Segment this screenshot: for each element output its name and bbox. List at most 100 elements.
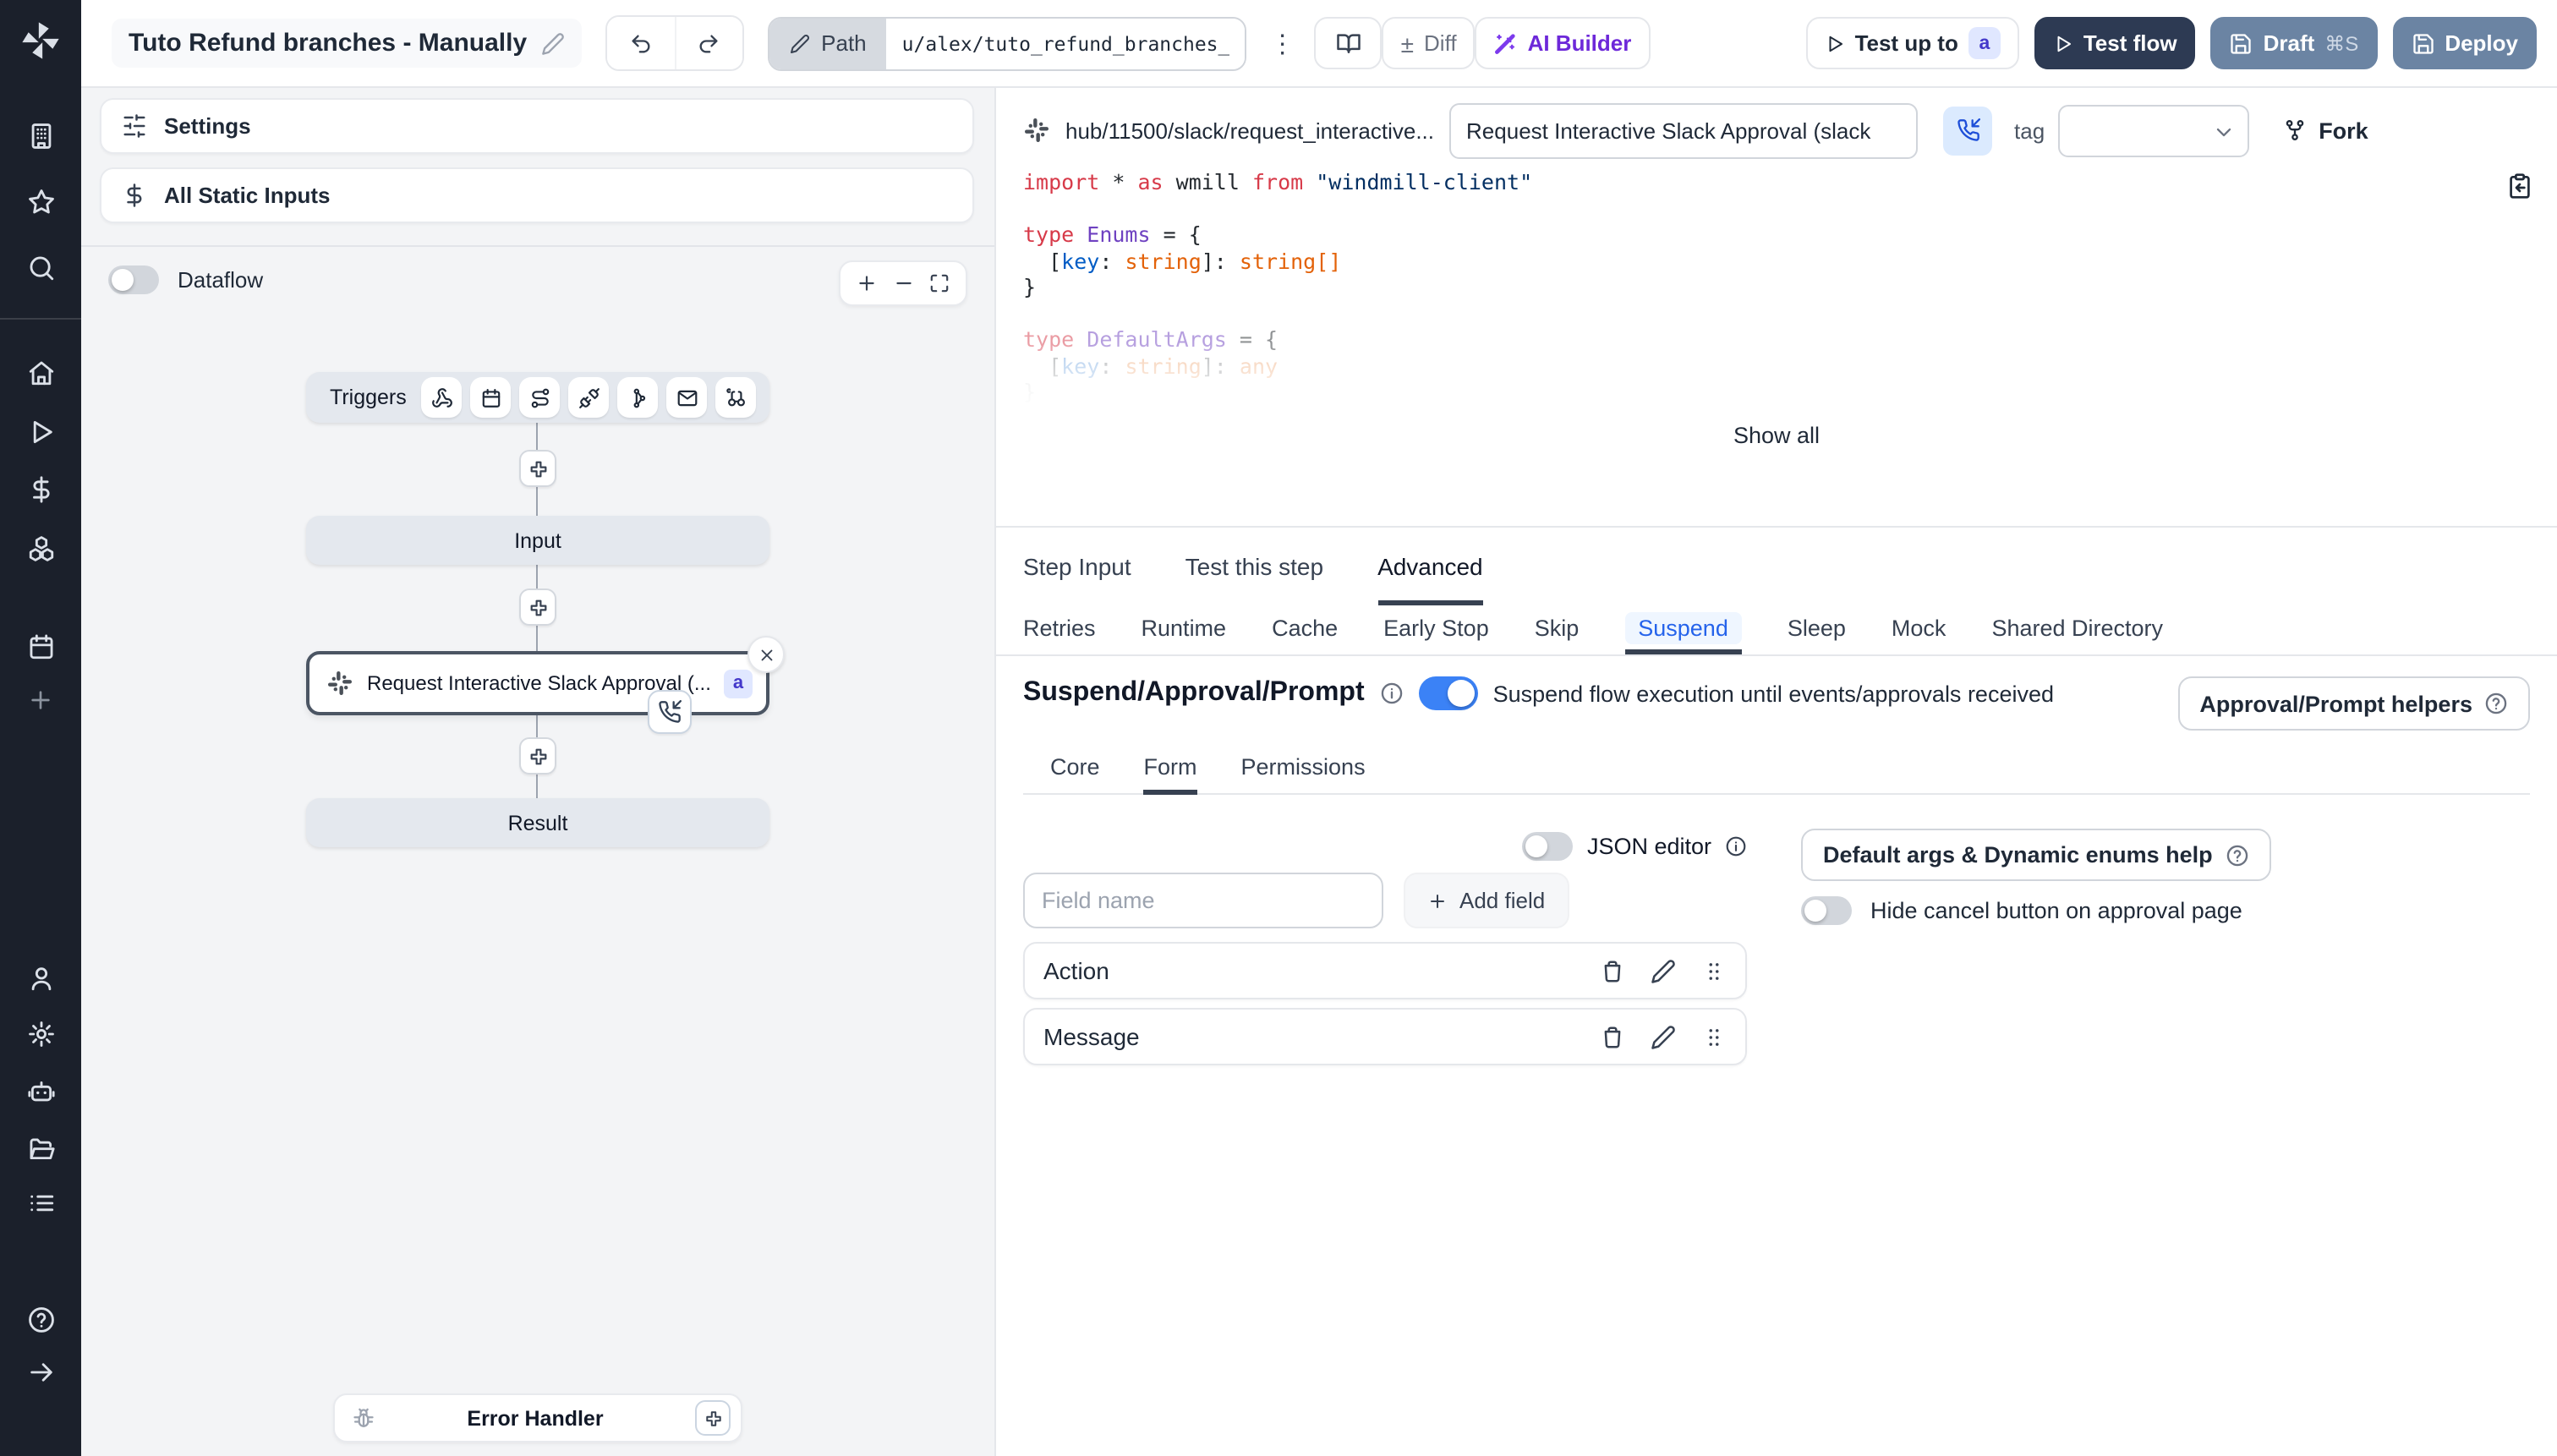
user-icon[interactable] xyxy=(0,964,81,993)
copy-code-clipboard-icon[interactable] xyxy=(2506,172,2533,200)
subtab-retries[interactable]: Retries xyxy=(1023,605,1096,654)
undo-button[interactable] xyxy=(606,17,675,69)
kafka-trigger-icon[interactable] xyxy=(617,377,658,418)
ai-builder-button[interactable]: AI Builder xyxy=(1475,17,1651,69)
settings-gear-icon[interactable] xyxy=(0,1020,81,1048)
resources-boxes-icon[interactable] xyxy=(0,534,81,563)
delete-node-x-button[interactable] xyxy=(747,636,785,673)
delete-field-trash-icon[interactable] xyxy=(1600,958,1625,983)
hide-cancel-label: Hide cancel button on approval page xyxy=(1870,898,2242,923)
hide-cancel-toggle[interactable] xyxy=(1801,896,1852,925)
static-inputs-button[interactable]: All Static Inputs xyxy=(100,167,974,223)
more-menu-kebab-icon[interactable]: ⋮ xyxy=(1268,28,1298,58)
help-icon[interactable] xyxy=(0,1305,81,1334)
code-token: } xyxy=(1023,274,1037,299)
email-trigger-icon[interactable] xyxy=(666,377,707,418)
suspend-enabled-toggle[interactable] xyxy=(1418,676,1478,710)
subtab-cache[interactable]: Cache xyxy=(1272,605,1338,654)
info-icon[interactable] xyxy=(1380,681,1404,705)
zoom-in-button[interactable] xyxy=(856,272,878,294)
windmill-logo-icon[interactable] xyxy=(0,19,81,63)
hub-script-path[interactable]: hub/11500/slack/request_interactive... xyxy=(1065,118,1434,143)
code-token: : xyxy=(1099,353,1125,378)
edit-field-pencil-icon[interactable] xyxy=(1651,958,1676,983)
subtab-sleep[interactable]: Sleep xyxy=(1788,605,1846,654)
edit-title-pencil-icon[interactable] xyxy=(540,31,564,55)
triggers-node[interactable]: Triggers xyxy=(306,372,769,423)
add-error-handler-plus-button[interactable] xyxy=(695,1400,731,1436)
path-button[interactable]: Path xyxy=(769,18,887,68)
dataflow-label: Dataflow xyxy=(178,267,264,293)
logs-list-icon[interactable] xyxy=(0,1189,81,1218)
input-node[interactable]: Input xyxy=(306,516,769,565)
deploy-button[interactable]: Deploy xyxy=(2392,17,2537,69)
tab-permissions[interactable]: Permissions xyxy=(1241,744,1366,795)
error-handler-node[interactable]: Error Handler xyxy=(333,1393,742,1442)
insert-step-plus-button[interactable] xyxy=(519,450,556,487)
suspend-phone-toggle-button[interactable] xyxy=(1943,106,1993,155)
path-input[interactable] xyxy=(886,18,1246,68)
fit-view-button[interactable] xyxy=(929,272,951,294)
test-flow-button[interactable]: Test flow xyxy=(2034,17,2196,69)
tab-advanced[interactable]: Advanced xyxy=(1377,528,1483,605)
code-line: [key: string]: string[] xyxy=(1023,248,2489,274)
variables-dollar-icon[interactable] xyxy=(0,475,81,504)
fork-button[interactable]: Fork xyxy=(2283,118,2368,143)
step-name-input[interactable] xyxy=(1449,102,1919,158)
search-icon[interactable] xyxy=(0,254,81,282)
workers-bot-icon[interactable] xyxy=(0,1077,81,1106)
subtab-shared-directory[interactable]: Shared Directory xyxy=(1991,605,2163,654)
slack-approval-node[interactable]: Request Interactive Slack Approval (... … xyxy=(306,636,785,734)
tab-core[interactable]: Core xyxy=(1050,744,1100,795)
insert-step-plus-button[interactable] xyxy=(519,588,556,626)
tag-select[interactable] xyxy=(2058,104,2250,156)
docs-book-button[interactable] xyxy=(1314,17,1383,69)
draft-button[interactable]: Draft ⌘S xyxy=(2210,17,2378,69)
websocket-trigger-icon[interactable] xyxy=(568,377,609,418)
edit-field-pencil-icon[interactable] xyxy=(1651,1024,1676,1049)
test-up-to-button[interactable]: Test up to a xyxy=(1805,17,2019,69)
workspace-icon[interactable] xyxy=(0,122,81,151)
field-name-input[interactable] xyxy=(1023,873,1383,928)
default-args-help-button[interactable]: Default args & Dynamic enums help xyxy=(1801,829,2272,881)
schedule-trigger-icon[interactable] xyxy=(470,377,511,418)
insert-step-plus-button[interactable] xyxy=(519,737,556,775)
show-all-code-button[interactable]: Show all xyxy=(996,423,2557,448)
diff-button[interactable]: ± Diff xyxy=(1382,17,1476,69)
redo-button[interactable] xyxy=(674,17,742,69)
folders-icon[interactable] xyxy=(0,1135,81,1163)
drag-field-grip-icon[interactable] xyxy=(1701,1024,1727,1049)
subtab-label: Shared Directory xyxy=(1991,615,2164,640)
tab-test-this-step[interactable]: Test this step xyxy=(1185,528,1323,605)
approval-prompt-helpers-button[interactable]: Approval/Prompt helpers xyxy=(2177,676,2530,731)
subtab-mock[interactable]: Mock xyxy=(1892,605,1946,654)
drag-field-grip-icon[interactable] xyxy=(1701,958,1727,983)
code-editor[interactable]: import * as wmill from "windmill-client"… xyxy=(1023,169,2489,405)
dataflow-toggle[interactable] xyxy=(108,265,159,294)
flow-title-wrap[interactable]: Tuto Refund branches - Manually xyxy=(112,19,582,68)
add-plus-icon[interactable] xyxy=(0,687,81,714)
poll-trigger-icon[interactable] xyxy=(715,377,756,418)
subtab-early-stop[interactable]: Early Stop xyxy=(1383,605,1489,654)
subtab-skip[interactable]: Skip xyxy=(1535,605,1580,654)
subtab-runtime[interactable]: Runtime xyxy=(1142,605,1227,654)
tab-form[interactable]: Form xyxy=(1143,744,1197,795)
expand-sidebar-arrow-icon[interactable] xyxy=(0,1358,81,1387)
info-icon[interactable] xyxy=(1725,835,1747,857)
home-icon[interactable] xyxy=(0,359,81,387)
add-field-button[interactable]: Add field xyxy=(1404,873,1569,928)
runs-play-icon[interactable] xyxy=(0,418,81,446)
form-field-row-action[interactable]: Action xyxy=(1023,942,1747,999)
zoom-out-button[interactable] xyxy=(892,272,914,294)
delete-field-trash-icon[interactable] xyxy=(1600,1024,1625,1049)
http-route-trigger-icon[interactable] xyxy=(519,377,560,418)
schedules-calendar-icon[interactable] xyxy=(0,632,81,661)
webhook-trigger-icon[interactable] xyxy=(421,377,462,418)
subtab-suspend[interactable]: Suspend xyxy=(1624,605,1742,654)
form-field-row-message[interactable]: Message xyxy=(1023,1008,1747,1065)
result-node[interactable]: Result xyxy=(306,798,769,847)
favorites-star-icon[interactable] xyxy=(0,188,81,216)
flow-settings-button[interactable]: Settings xyxy=(100,98,974,154)
json-editor-toggle[interactable] xyxy=(1522,832,1574,861)
tab-step-input[interactable]: Step Input xyxy=(1023,528,1131,605)
